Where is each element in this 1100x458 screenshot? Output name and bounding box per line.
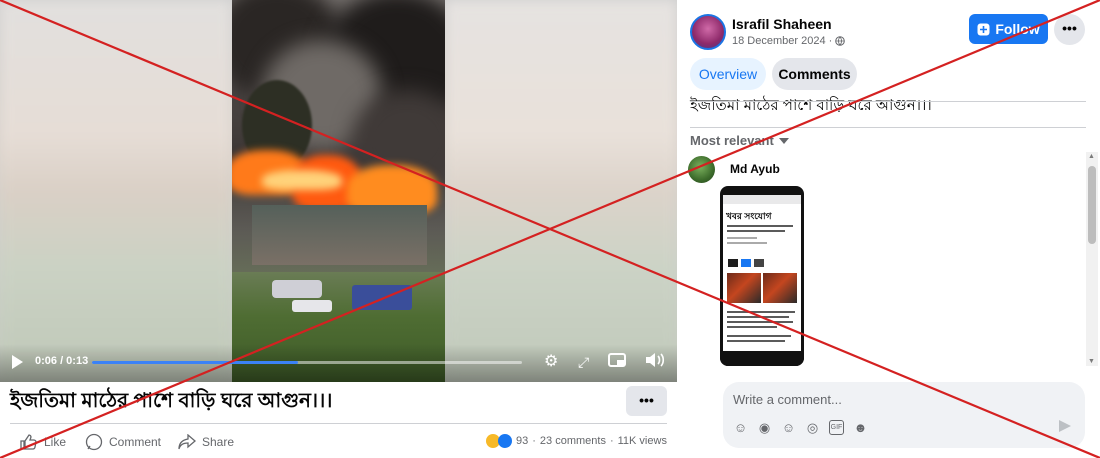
emoji-icon[interactable]: ☺ xyxy=(781,420,796,435)
phone-nav-bar xyxy=(720,351,804,366)
video-controls: 0:06 / 0:13 ⚙ ⤢ xyxy=(0,344,677,382)
author-avatar[interactable] xyxy=(690,14,726,50)
divider xyxy=(690,127,1086,128)
follow-icon xyxy=(977,23,990,35)
author-name[interactable]: Israfil Shaheen xyxy=(732,16,832,32)
send-icon[interactable] xyxy=(1059,420,1071,432)
sort-label: Most relevant xyxy=(690,133,774,148)
comment-icon xyxy=(85,433,103,451)
camera-icon[interactable]: ◉ xyxy=(757,420,772,435)
video-time: 0:06 / 0:13 xyxy=(35,355,89,367)
like-label: Like xyxy=(44,435,67,449)
post-date[interactable]: 18 December 2024 · xyxy=(732,35,832,47)
play-icon[interactable] xyxy=(12,355,23,369)
stats-separator: · xyxy=(609,435,614,447)
follow-button[interactable]: Follow xyxy=(969,14,1048,44)
comment-label: Comment xyxy=(109,435,162,449)
scroll-up-icon[interactable]: ▲ xyxy=(1088,153,1095,160)
comments-scrollbar[interactable]: ▲ ▼ xyxy=(1086,152,1098,366)
sticker-icon[interactable]: ☻ xyxy=(853,420,868,435)
follow-label: Follow xyxy=(995,21,1040,37)
comment-attachment-image[interactable]: খবর সংযোগ xyxy=(720,186,804,366)
scroll-down-icon[interactable]: ▼ xyxy=(1088,358,1095,365)
volume-icon[interactable] xyxy=(645,352,665,374)
post-stats: 93 · 23 comments · 11K views xyxy=(486,434,667,448)
video-frame xyxy=(232,0,445,382)
share-button[interactable]: Share xyxy=(178,432,234,452)
video-progress-track[interactable] xyxy=(92,361,522,364)
comment-button[interactable]: Comment xyxy=(85,432,161,452)
post-text: ইজতিমা মাঠের পাশে বাড়ি ঘরে আগুন।।। xyxy=(690,97,932,114)
thumbs-up-icon xyxy=(20,434,37,450)
commenter-avatar[interactable] xyxy=(688,156,715,183)
post-title: ইজতিমা মাঠের পাশে বাড়ি ঘরে আগুন।।। xyxy=(10,390,333,412)
like-reaction-icon xyxy=(498,434,512,448)
phone-screenshot: খবর সংযোগ xyxy=(723,195,801,351)
scroll-thumb[interactable] xyxy=(1088,166,1096,244)
composer-tools: ☺ ◉ ☺ ◎ GIF ☻ xyxy=(733,420,868,435)
attachment-brand: খবর সংযোগ xyxy=(726,211,772,221)
more-options-button[interactable]: ••• xyxy=(626,386,667,416)
tab-comments[interactable]: Comments xyxy=(772,58,857,90)
expand-icon[interactable]: ⤢ xyxy=(578,352,589,372)
video-blur-right xyxy=(445,0,677,382)
post-menu-button[interactable]: ••• xyxy=(1054,14,1085,45)
comment-input[interactable]: Write a comment... xyxy=(733,392,842,407)
share-icon xyxy=(178,434,196,450)
gif-icon[interactable]: GIF xyxy=(829,420,844,435)
photo-icon[interactable]: ◎ xyxy=(805,420,820,435)
divider xyxy=(10,423,667,424)
pip-icon[interactable] xyxy=(608,352,626,374)
share-label: Share xyxy=(202,435,235,449)
comment-sort-dropdown[interactable]: Most relevant xyxy=(690,133,789,148)
like-button[interactable]: Like xyxy=(20,432,66,452)
video-blur-left xyxy=(0,0,232,382)
gear-icon[interactable]: ⚙ xyxy=(544,352,558,372)
view-count: 11K views xyxy=(617,435,667,447)
comment-composer[interactable]: Write a comment... ☺ ◉ ☺ ◎ GIF ☻ xyxy=(723,382,1085,448)
stats-separator: · xyxy=(532,435,536,447)
tab-overview[interactable]: Overview xyxy=(690,58,766,90)
commenter-name[interactable]: Md Ayub xyxy=(730,162,780,176)
comment-count[interactable]: 23 comments xyxy=(540,435,606,447)
reaction-count[interactable]: 93 xyxy=(516,435,528,447)
chevron-down-icon xyxy=(778,137,789,144)
facebook-post-view: 0:06 / 0:13 ⚙ ⤢ ইজতিমা মাঠের পাশে বাড়ি … xyxy=(0,0,1100,458)
divider xyxy=(690,101,1086,102)
avatar-sticker-icon[interactable]: ☺ xyxy=(733,420,748,435)
video-progress-fill xyxy=(92,361,299,364)
globe-icon xyxy=(835,36,846,46)
video-player[interactable]: 0:06 / 0:13 ⚙ ⤢ xyxy=(0,0,677,382)
post-meta: 18 December 2024 · xyxy=(732,35,846,47)
